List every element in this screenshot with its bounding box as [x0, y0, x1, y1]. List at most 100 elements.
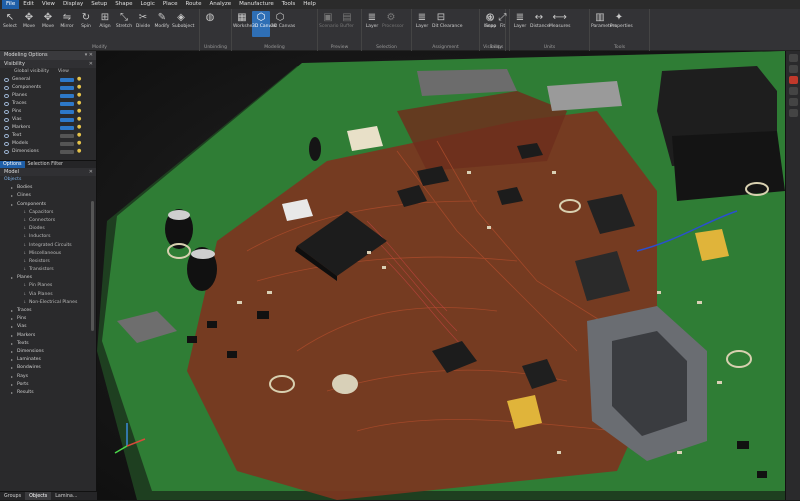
visibility-row-models[interactable]: Models ● — [0, 140, 96, 148]
lightbulb-icon[interactable]: ● — [77, 141, 81, 146]
visibility-row-components[interactable]: Components ● — [0, 84, 96, 92]
tree-item-laminates[interactable]: ▸ Laminates — [0, 356, 96, 364]
stretch-button[interactable]: ⤡ Stretch — [115, 11, 133, 37]
tool-icon[interactable] — [788, 109, 798, 117]
select-button[interactable]: ↖ Select — [1, 11, 19, 37]
lightbulb-icon[interactable]: ● — [77, 133, 81, 138]
tool-icon[interactable] — [788, 76, 798, 84]
tree-item-vias[interactable]: ▸ Vias — [0, 323, 96, 331]
eye-icon[interactable] — [4, 110, 9, 114]
layer-button[interactable]: ≣ Layer — [511, 11, 529, 37]
layer-button[interactable]: ≣ Layer — [363, 11, 381, 37]
eye-icon[interactable] — [4, 78, 9, 82]
2d-canvas-button[interactable]: ⬡ 2D Canvas — [271, 11, 295, 37]
expand-arrow-icon[interactable]: ▸ — [11, 184, 13, 192]
tree-item-clines[interactable]: ▸ Clines — [0, 192, 96, 200]
tree-item-pin-planes[interactable]: └ Pin Planes — [0, 282, 96, 290]
buffer-button[interactable]: ▤ Buffer — [338, 11, 356, 37]
lightbulb-icon[interactable]: ● — [77, 109, 81, 114]
tree-item-traces[interactable]: ▸ Traces — [0, 307, 96, 315]
spin-button[interactable]: ↻ Spin — [77, 11, 95, 37]
lightbulb-icon[interactable]: ● — [77, 149, 81, 154]
expand-arrow-icon[interactable]: ▸ — [11, 307, 13, 315]
subobject-button[interactable]: ◈ Subobject — [172, 11, 194, 37]
menu-item-help[interactable]: Help — [299, 0, 320, 9]
tree-item-inductors[interactable]: └ Inductors — [0, 233, 96, 241]
lightbulb-icon[interactable]: ● — [77, 85, 81, 90]
tree-item-ports[interactable]: ▸ Ports — [0, 381, 96, 389]
menu-item-display[interactable]: Display — [59, 0, 87, 9]
menu-item-shape[interactable]: Shape — [111, 0, 136, 9]
dit-clearance-button[interactable]: ⊟ Dit Clearance — [432, 11, 463, 37]
tab-options[interactable]: Options — [0, 161, 25, 168]
menu-item-view[interactable]: View — [38, 0, 59, 9]
tree-item-non-electrical-planes[interactable]: └ Non-Electrical Planes — [0, 299, 96, 307]
visibility-slider[interactable] — [60, 150, 74, 154]
eye-icon[interactable] — [4, 94, 9, 98]
tree-item-markers[interactable]: ▸ Markers — [0, 332, 96, 340]
expand-arrow-icon[interactable]: ▸ — [11, 340, 13, 348]
view-label[interactable]: View — [58, 68, 69, 76]
visibility-row-markers[interactable]: Markers ● — [0, 124, 96, 132]
menu-item-logic[interactable]: Logic — [136, 0, 158, 9]
parameters-button[interactable]: ▥ Parameters — [591, 11, 617, 37]
eye-icon[interactable] — [4, 150, 9, 154]
tree-item-capacitors[interactable]: └ Capacitors — [0, 209, 96, 217]
globe-button[interactable]: ◍ — [201, 11, 219, 37]
snap-button[interactable]: ⊕ Snap — [485, 11, 496, 37]
expand-arrow-icon[interactable]: ▸ — [11, 356, 13, 364]
tool-icon[interactable] — [788, 54, 798, 62]
visibility-row-planes[interactable]: Planes ● — [0, 92, 96, 100]
eye-icon[interactable] — [4, 86, 9, 90]
visibility-slider[interactable] — [60, 86, 74, 90]
lightbulb-icon[interactable]: ● — [77, 117, 81, 122]
menu-item-tools[interactable]: Tools — [278, 0, 300, 9]
lightbulb-icon[interactable]: ● — [77, 93, 81, 98]
fit-button[interactable]: ⤢ Fit — [497, 11, 508, 37]
tree-item-texts[interactable]: ▸ Texts — [0, 340, 96, 348]
pin-icon[interactable]: ▾ ✕ — [85, 51, 93, 60]
visibility-slider[interactable] — [60, 94, 74, 98]
tree-item-results[interactable]: ▸ Results — [0, 389, 96, 397]
lightbulb-icon[interactable]: ● — [77, 101, 81, 106]
lightbulb-icon[interactable]: ● — [77, 77, 81, 82]
modify-button[interactable]: ✎ Modify — [153, 11, 171, 37]
processor-button[interactable]: ⚙ Processor — [382, 11, 404, 37]
menu-item-route[interactable]: Route — [181, 0, 205, 9]
close-icon[interactable]: ✕ — [89, 168, 93, 176]
properties-button[interactable]: ✦ Properties — [610, 11, 633, 37]
eye-icon[interactable] — [4, 102, 9, 106]
expand-arrow-icon[interactable]: ▸ — [11, 192, 13, 200]
visibility-slider[interactable] — [60, 142, 74, 146]
tool-icon[interactable] — [788, 98, 798, 106]
tree-item-pins[interactable]: ▸ Pins — [0, 315, 96, 323]
expand-arrow-icon[interactable]: ▸ — [11, 315, 13, 323]
eye-icon[interactable] — [4, 118, 9, 122]
lightbulb-icon[interactable]: ● — [77, 125, 81, 130]
expand-arrow-icon[interactable]: ▸ — [11, 364, 13, 372]
visibility-row-traces[interactable]: Traces ● — [0, 100, 96, 108]
tree-item-miscellaneous[interactable]: └ Miscellaneous — [0, 250, 96, 258]
eye-icon[interactable] — [4, 134, 9, 138]
tree-item-integrated-circuits[interactable]: └ Integrated Circuits — [0, 242, 96, 250]
tree-item-planes[interactable]: ▸ Planes — [0, 274, 96, 282]
tree-item-rays[interactable]: ▸ Rays — [0, 373, 96, 381]
tree-item-connectors[interactable]: └ Connectors — [0, 217, 96, 225]
tree-item-via-planes[interactable]: └ Via Planes — [0, 291, 96, 299]
expand-arrow-icon[interactable]: ▸ — [11, 389, 13, 397]
tab-selection-filter[interactable]: Selection Filter — [25, 161, 67, 168]
distance-button[interactable]: ↔ Distance — [530, 11, 550, 37]
scrollbar[interactable] — [91, 201, 94, 331]
visibility-slider[interactable] — [60, 118, 74, 122]
visibility-slider[interactable] — [60, 126, 74, 130]
bottom-tab-2[interactable]: Lamina... — [51, 492, 81, 500]
3d-canvas-button[interactable]: ⬡ 3D Canvas — [252, 11, 276, 37]
visibility-slider[interactable] — [60, 102, 74, 106]
move-button[interactable]: ✥ Move — [39, 11, 57, 37]
tree-item-bondwires[interactable]: ▸ Bondwires — [0, 364, 96, 372]
tree-item-diodes[interactable]: └ Diodes — [0, 225, 96, 233]
visibility-row-general[interactable]: General ● — [0, 76, 96, 84]
worksheet-button[interactable]: ▦ Worksheet — [233, 11, 257, 37]
eye-icon[interactable] — [4, 126, 9, 130]
visibility-row-text[interactable]: Text ● — [0, 132, 96, 140]
